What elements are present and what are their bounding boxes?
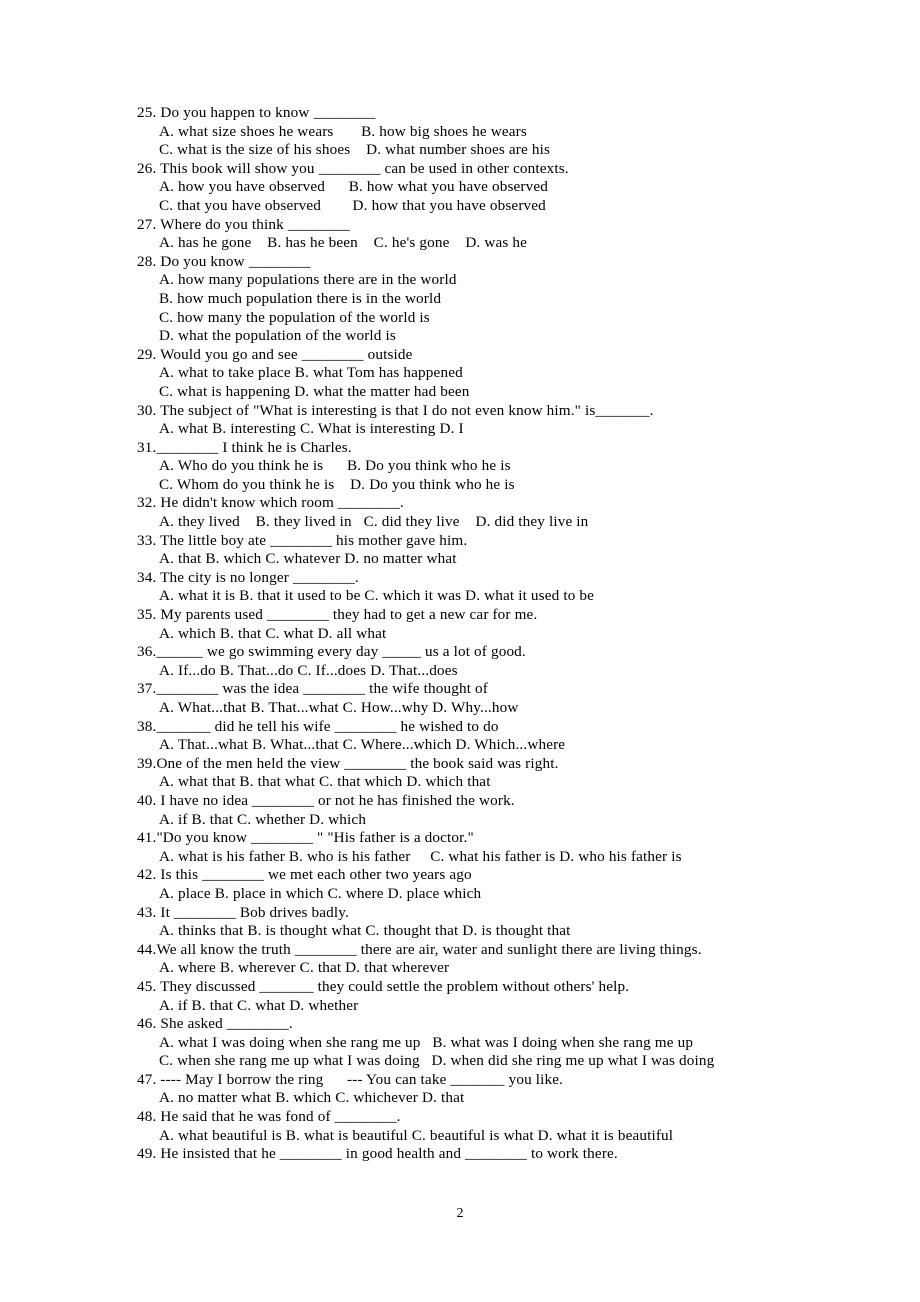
question-line: 32. He didn't know which room ________. — [137, 494, 404, 512]
question-line: 44.We all know the truth ________ there … — [137, 940, 702, 958]
option-line: A. If...do B. That...do C. If...does D. … — [159, 661, 458, 679]
question-line: 42. Is this ________ we met each other t… — [137, 866, 472, 884]
option-line: A. what to take place B. what Tom has ha… — [159, 364, 463, 382]
question-line: 34. The city is no longer ________. — [137, 568, 359, 586]
option-line: A. that B. which C. whatever D. no matte… — [159, 550, 457, 568]
option-line: C. what is happening D. what the matter … — [159, 382, 470, 400]
question-line: 45. They discussed _______ they could se… — [137, 977, 630, 995]
question-line: 31.________ I think he is Charles. — [137, 438, 352, 456]
question-line: 29. Would you go and see ________ outsid… — [137, 345, 413, 363]
option-line: A. what I was doing when she rang me up … — [159, 1033, 694, 1051]
option-line: A. no matter what B. which C. whichever … — [159, 1089, 465, 1107]
option-line: D. what the population of the world is — [159, 327, 396, 345]
option-line: A. if B. that C. whether D. which — [159, 810, 367, 828]
option-line: A. what B. interesting C. What is intere… — [159, 420, 464, 438]
question-line: 27. Where do you think ________ — [137, 215, 350, 233]
option-line: C. what is the size of his shoes D. what… — [159, 141, 551, 159]
question-line: 40. I have no idea ________ or not he ha… — [137, 791, 515, 809]
question-line: 28. Do you know ________ — [137, 252, 311, 270]
question-line: 46. She asked ________. — [137, 1015, 293, 1033]
question-line: 25. Do you happen to know ________ — [137, 104, 376, 121]
option-line: A. what size shoes he wears B. how big s… — [159, 122, 527, 140]
question-line: 36.______ we go swimming every day _____… — [137, 643, 526, 661]
question-line: 33. The little boy ate ________ his moth… — [137, 531, 468, 549]
option-line: B. how much population there is in the w… — [159, 289, 442, 307]
option-line: A. what that B. that what C. that which … — [159, 773, 491, 791]
option-line: C. when she rang me up what I was doing … — [159, 1052, 715, 1070]
document-page: 25. Do you happen to know ________ A. wha… — [0, 0, 920, 1302]
question-line: 26. This book will show you ________ can… — [137, 159, 569, 177]
question-line: 43. It ________ Bob drives badly. — [137, 903, 349, 921]
question-line: 47. ---- May I borrow the ring --- You c… — [137, 1070, 564, 1088]
option-line: A. what is his father B. who is his fath… — [159, 847, 682, 865]
question-line: 37.________ was the idea ________ the wi… — [137, 680, 488, 698]
option-line: A. That...what B. What...that C. Where..… — [159, 736, 566, 754]
option-line: A. they lived B. they lived in C. did th… — [159, 513, 589, 531]
option-line: A. how you have observed B. how what you… — [159, 178, 548, 196]
option-line: A. what it is B. that it used to be C. w… — [159, 587, 595, 605]
question-list: 25. Do you happen to know ________ A. wha… — [137, 104, 837, 1164]
option-line: A. Who do you think he is B. Do you thin… — [159, 457, 511, 475]
option-line: C. that you have observed D. how that yo… — [159, 196, 546, 214]
page-number: 2 — [456, 1206, 464, 1221]
option-line: A. if B. that C. what D. whether — [159, 996, 359, 1014]
question-line: 39.One of the men held the view ________… — [137, 754, 559, 772]
question-line: 41."Do you know ________ " "His father i… — [137, 829, 474, 847]
option-line: A. has he gone B. has he been C. he's go… — [159, 234, 527, 252]
option-line: A. how many populations there are in the… — [159, 271, 457, 289]
option-line: C. Whom do you think he is D. Do you thi… — [159, 475, 515, 493]
option-line: A. which B. that C. what D. all what — [159, 624, 387, 642]
question-line: 48. He said that he was fond of ________… — [137, 1108, 401, 1126]
option-line: A. thinks that B. is thought what C. tho… — [159, 922, 571, 940]
question-line: 35. My parents used ________ they had to… — [137, 606, 538, 624]
question-line: 38._______ did he tell his wife ________… — [137, 717, 499, 735]
option-line: C. how many the population of the world … — [159, 308, 430, 326]
option-line: A. What...that B. That...what C. How...w… — [159, 699, 519, 716]
option-line: A. place B. place in which C. where D. p… — [159, 884, 482, 902]
question-line: 49. He insisted that he ________ in good… — [137, 1145, 618, 1163]
option-line: A. what beautiful is B. what is beautifu… — [159, 1126, 674, 1144]
option-line: A. where B. wherever C. that D. that whe… — [159, 959, 450, 977]
question-line: 30. The subject of "What is interesting … — [137, 401, 654, 419]
